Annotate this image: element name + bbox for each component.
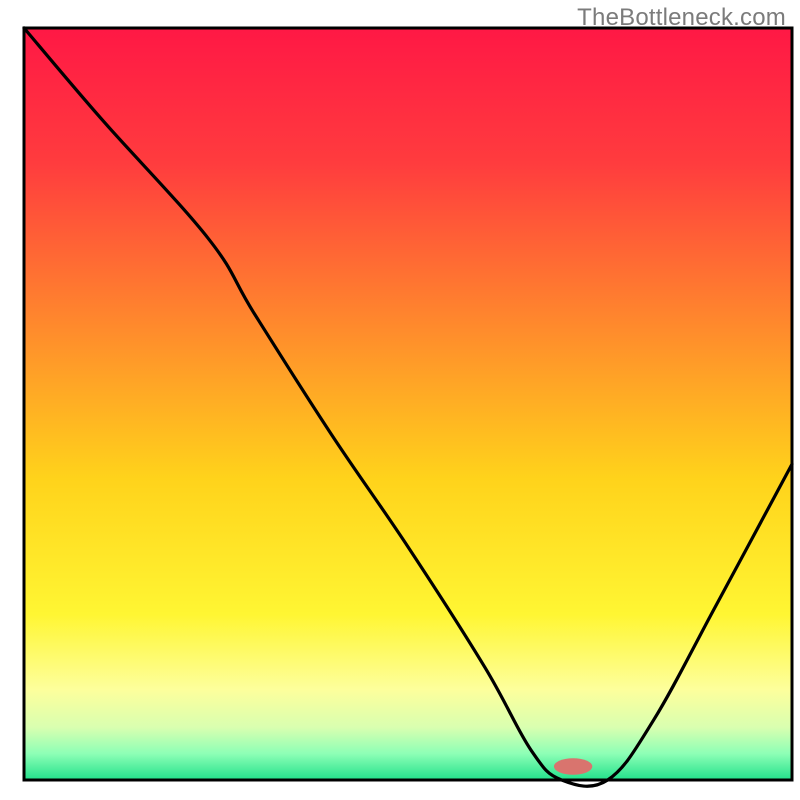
watermark-text: TheBottleneck.com <box>577 4 786 32</box>
bottleneck-chart: TheBottleneck.com <box>0 0 800 800</box>
optimal-marker <box>554 758 592 775</box>
plot-background <box>24 28 792 780</box>
chart-svg <box>0 0 800 800</box>
